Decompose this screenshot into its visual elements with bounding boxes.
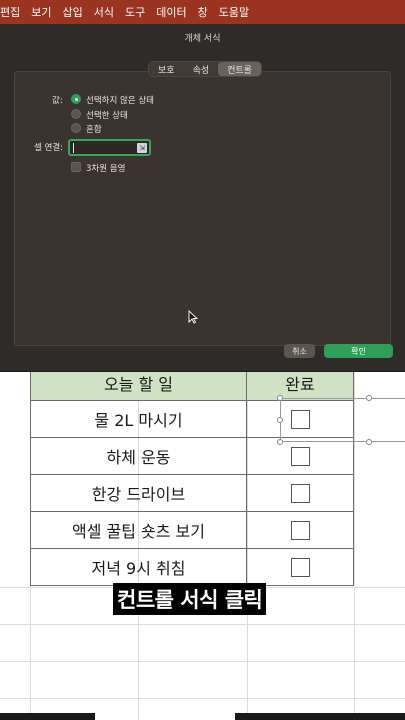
- tab-bar: 보호 속성 컨트롤: [148, 61, 262, 77]
- shading-label[interactable]: 3차원 음영: [86, 162, 125, 174]
- table-row: 하체 운동: [30, 438, 354, 475]
- task-cell[interactable]: 한강 드라이브: [30, 475, 247, 511]
- menu-data[interactable]: 데이터: [152, 4, 193, 20]
- grid-line: [0, 698, 405, 699]
- cell-link-label: 셀 연결:: [34, 143, 64, 153]
- range-picker-icon[interactable]: ⇲: [137, 143, 147, 153]
- ok-button[interactable]: 확인: [324, 344, 393, 358]
- selected-control-frame[interactable]: [280, 398, 405, 442]
- menu-insert[interactable]: 삽입: [59, 4, 90, 20]
- done-cell[interactable]: [247, 475, 354, 511]
- table-row: 저녁 9시 취침: [30, 549, 354, 586]
- menu-format[interactable]: 서식: [90, 4, 121, 20]
- grid-line: [0, 661, 405, 662]
- format-object-dialog: 개체 서식 보호 속성 컨트롤 값: 선택하지 않은 상태 선택한 상태 혼합 …: [0, 24, 405, 372]
- task-cell[interactable]: 액셀 꿀팁 숏츠 보기: [30, 512, 247, 548]
- spreadsheet-grid: 오늘 할 일 완료 물 2L 마시기 하체 운동 한강 드라이브 액셀 꿀팁 숏…: [0, 365, 405, 720]
- caption-overlay: 컨트롤 서식 클릭: [113, 583, 267, 615]
- menu-help[interactable]: 도움말: [215, 4, 256, 20]
- cancel-button[interactable]: 취소: [284, 344, 315, 358]
- resize-handle[interactable]: [277, 439, 283, 445]
- value-label: 값:: [52, 96, 63, 106]
- radio-checked-option[interactable]: [71, 109, 81, 119]
- tab-control[interactable]: 컨트롤: [218, 62, 261, 76]
- done-cell[interactable]: [247, 438, 354, 474]
- done-cell[interactable]: [247, 512, 354, 548]
- resize-handle[interactable]: [277, 395, 283, 401]
- tab-properties[interactable]: 속성: [184, 62, 219, 76]
- shading-checkbox[interactable]: [71, 162, 81, 172]
- task-cell[interactable]: 저녁 9시 취침: [30, 549, 247, 585]
- checkbox[interactable]: [290, 483, 310, 503]
- done-cell[interactable]: [247, 549, 354, 585]
- resize-handle[interactable]: [366, 395, 372, 401]
- cell-link-input[interactable]: ⇲: [68, 139, 151, 156]
- radio-mixed-option[interactable]: [71, 123, 81, 133]
- menu-edit[interactable]: 편집: [0, 4, 27, 20]
- tab-protection[interactable]: 보호: [149, 62, 184, 76]
- text-caret: [73, 143, 74, 153]
- radio-mixed-label[interactable]: 혼합: [86, 123, 102, 135]
- resize-handle[interactable]: [366, 439, 372, 445]
- bottom-bar: [235, 713, 405, 720]
- menu-view[interactable]: 보기: [27, 4, 58, 20]
- checkbox[interactable]: [290, 520, 310, 540]
- menu-window[interactable]: 창: [194, 4, 215, 20]
- mouse-cursor-icon: [188, 310, 198, 324]
- checkbox[interactable]: [290, 446, 310, 466]
- checkbox[interactable]: [290, 557, 310, 577]
- radio-checked-label[interactable]: 선택한 상태: [86, 109, 128, 121]
- dialog-title: 개체 서식: [184, 33, 221, 44]
- task-cell[interactable]: 물 2L 마시기: [30, 401, 247, 437]
- table-row: 액셀 꿀팁 숏츠 보기: [30, 512, 354, 549]
- task-cell[interactable]: 하체 운동: [30, 438, 247, 474]
- resize-handle[interactable]: [277, 417, 283, 423]
- menu-tools[interactable]: 도구: [121, 4, 152, 20]
- table-row: 한강 드라이브: [30, 475, 354, 512]
- menu-bar: 편집 보기 삽입 서식 도구 데이터 창 도움말: [0, 0, 405, 24]
- radio-unchecked-label[interactable]: 선택하지 않은 상태: [86, 94, 154, 106]
- grid-line: [0, 624, 405, 625]
- radio-unchecked-option[interactable]: [71, 94, 81, 104]
- bottom-bar: [0, 713, 95, 720]
